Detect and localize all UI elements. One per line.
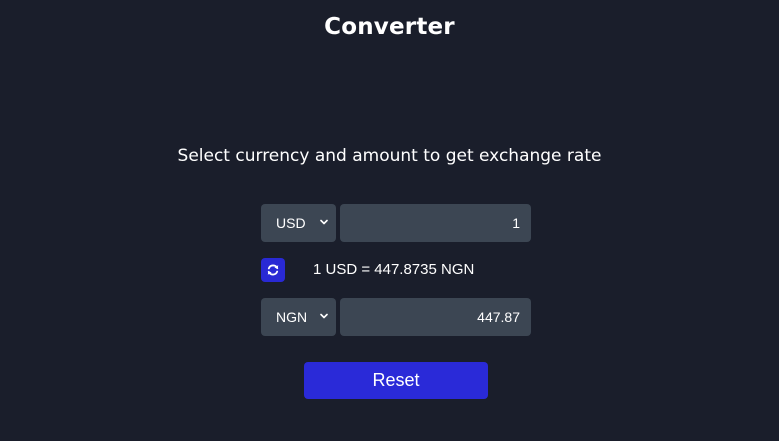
to-currency-row: NGN bbox=[261, 298, 531, 336]
from-currency-row: USD bbox=[261, 204, 531, 242]
page-title: Converter bbox=[324, 14, 455, 40]
refresh-icon bbox=[266, 263, 280, 277]
swap-currencies-button[interactable] bbox=[261, 258, 285, 282]
exchange-rate-text: 1 USD = 447.8735 NGN bbox=[313, 261, 475, 278]
to-currency-value: NGN bbox=[276, 309, 308, 325]
to-currency-select[interactable]: NGN bbox=[261, 298, 336, 336]
page-subtitle: Select currency and amount to get exchan… bbox=[177, 146, 602, 166]
from-currency-select[interactable]: USD bbox=[261, 204, 336, 242]
from-amount-input[interactable] bbox=[340, 204, 531, 242]
from-currency-value: USD bbox=[276, 215, 306, 231]
chevron-down-icon bbox=[320, 311, 328, 321]
to-amount-input[interactable] bbox=[340, 298, 531, 336]
reset-button[interactable]: Reset bbox=[304, 362, 488, 399]
chevron-down-icon bbox=[320, 217, 328, 227]
